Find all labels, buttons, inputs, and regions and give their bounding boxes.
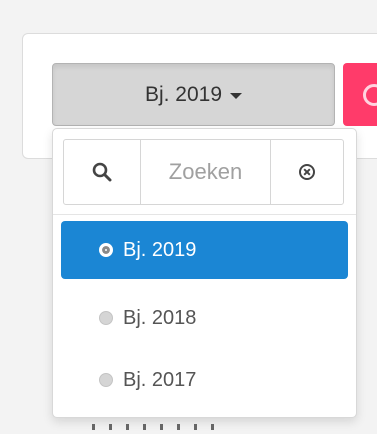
option-bj-2017[interactable]: Bj. 2017 [61,351,348,409]
clear-search-button[interactable] [270,140,343,204]
truncated-text-below [92,424,214,430]
option-label: Bj. 2018 [123,306,197,329]
search-icon [92,162,112,182]
option-label: Bj. 2017 [123,368,197,391]
option-label: Bj. 2019 [123,238,197,261]
option-bj-2019[interactable]: Bj. 2019 [61,221,348,279]
search-group [63,139,344,205]
search-addon [64,140,141,204]
radio-selected-icon [99,243,113,257]
clear-search-icon [299,164,315,180]
option-bj-2018[interactable]: Bj. 2018 [61,289,348,347]
year-dropdown-toggle[interactable]: Bj. 2019 [52,63,335,126]
pink-action-button[interactable] [343,63,377,126]
circle-icon [363,84,377,106]
caret-down-icon [230,93,243,99]
radio-unselected-icon [99,373,113,387]
page: Bj. 2019 Bj. 2019 Bj. 2018 [0,0,377,434]
menu-divider [53,214,356,215]
search-input[interactable] [141,140,270,204]
radio-unselected-icon [99,311,113,325]
year-dropdown-label: Bj. 2019 [144,82,223,106]
year-dropdown-menu: Bj. 2019 Bj. 2018 Bj. 2017 [52,128,357,418]
